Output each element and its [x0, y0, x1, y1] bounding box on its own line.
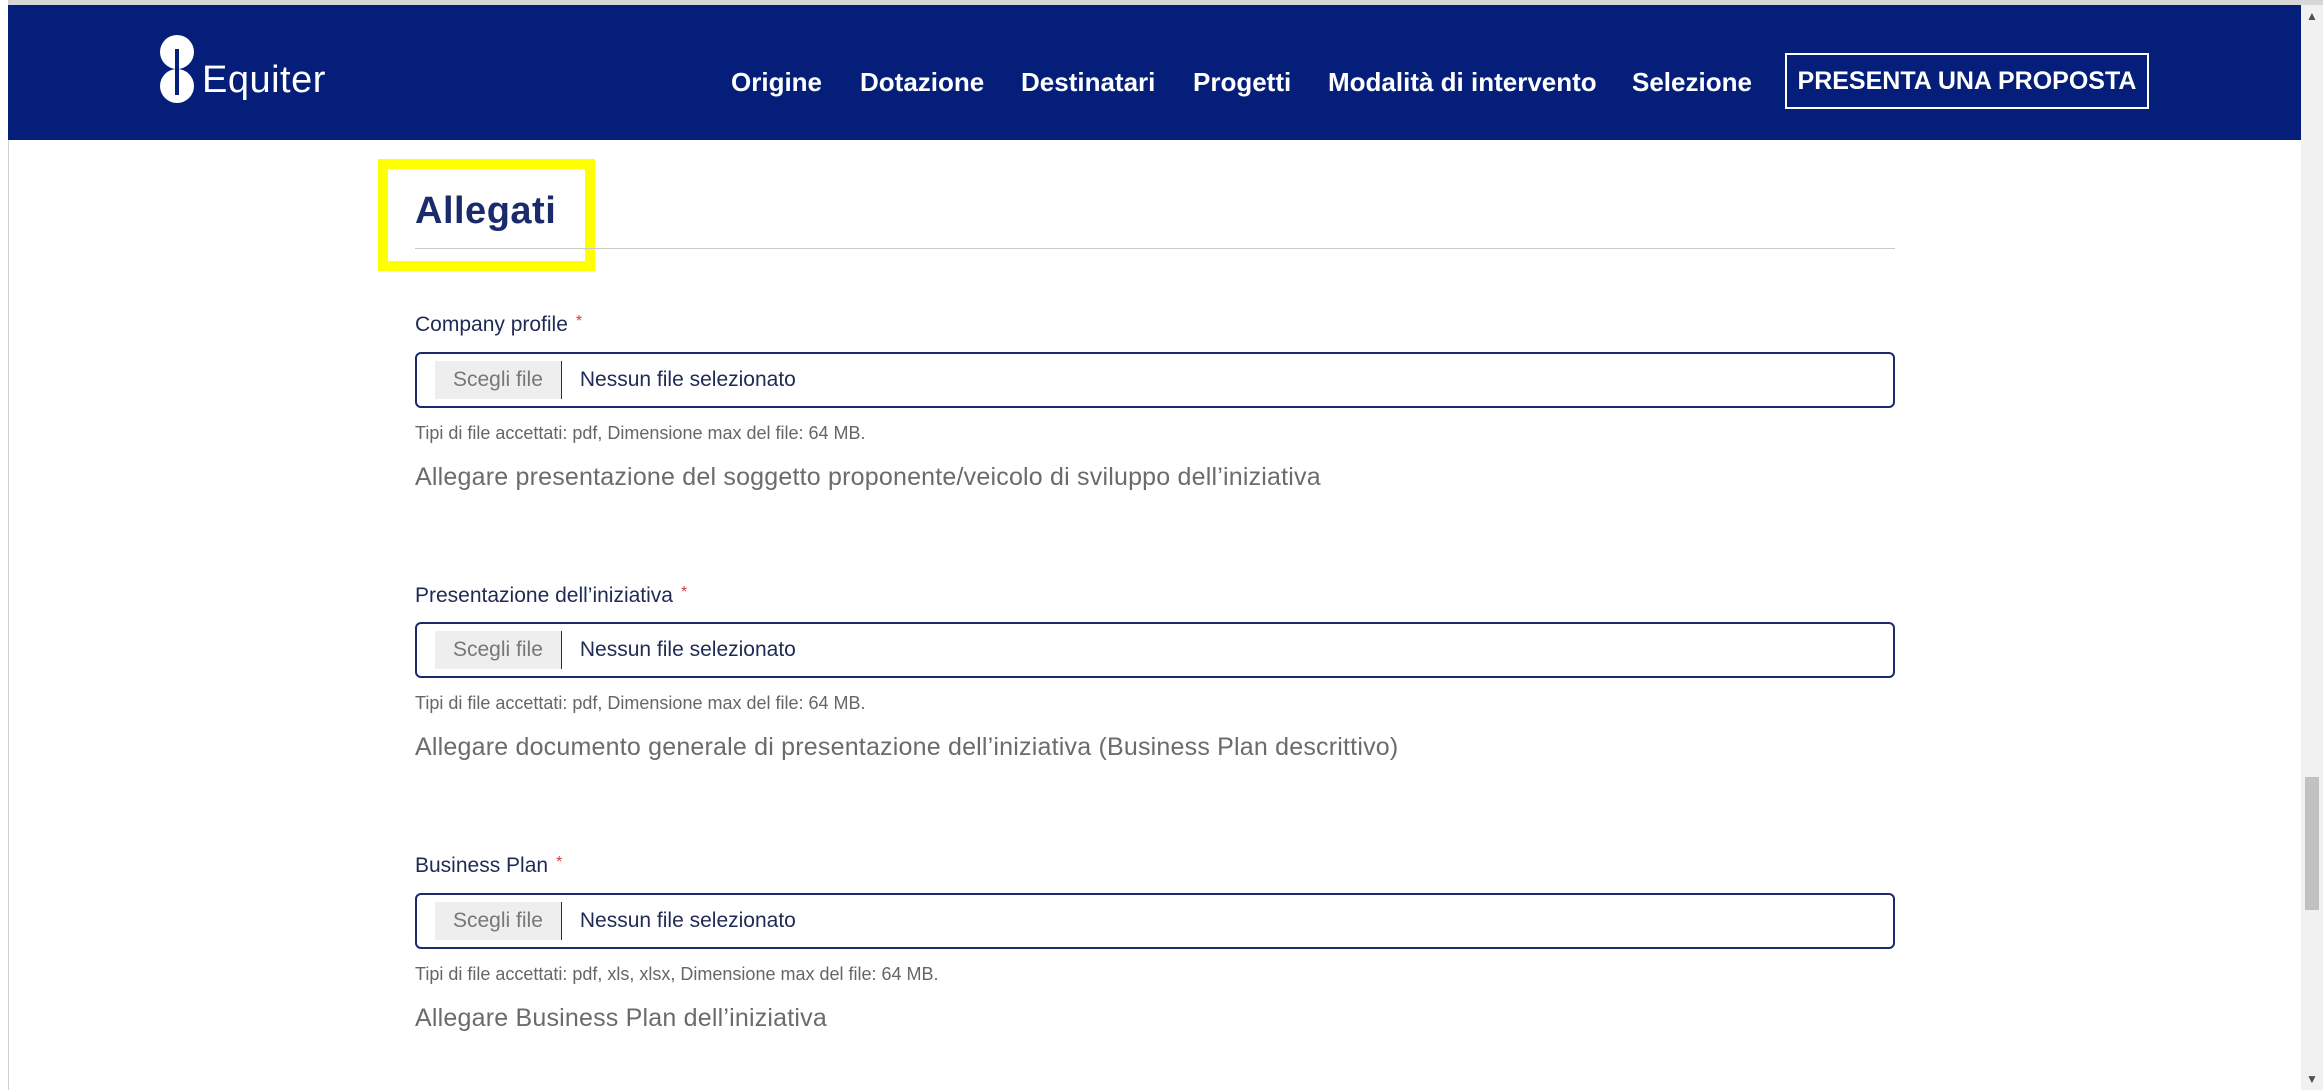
field-description: Allegare Business Plan dell’iniziativa: [415, 1004, 827, 1032]
file-hint: Tipi di file accettati: pdf, Dimensione …: [415, 693, 866, 713]
title-highlight-box: [378, 159, 595, 271]
section-divider: [415, 248, 1895, 249]
file-hint: Tipi di file accettati: pdf, xls, xlsx, …: [415, 964, 939, 984]
nav-item-modalita-di-intervento[interactable]: Modalità di intervento: [1328, 67, 1597, 98]
nav-item-origine[interactable]: Origine: [731, 67, 822, 98]
choose-file-button[interactable]: Scegli file: [435, 631, 562, 669]
presenta-proposta-button[interactable]: PRESENTA UNA PROPOSTA: [1785, 53, 2149, 109]
site-header: Equiter Origine Dotazione Destinatari Pr…: [8, 5, 2301, 140]
required-marker: *: [575, 313, 583, 330]
presentazione-iniziativa-file-input[interactable]: Scegli file Nessun file selezionato: [415, 622, 1895, 678]
window-left-edge: [0, 0, 9, 1090]
field-description: Allegare documento generale di presentaz…: [415, 733, 1399, 761]
choose-file-button[interactable]: Scegli file: [435, 902, 562, 940]
business-plan-label: Business Plan *: [415, 854, 562, 878]
field-label-text: Business Plan: [415, 854, 549, 877]
file-status-text: Nessun file selezionato: [579, 368, 796, 391]
scroll-down-arrow-icon[interactable]: ▼: [2301, 1068, 2323, 1090]
nav-item-dotazione[interactable]: Dotazione: [860, 67, 984, 98]
scroll-up-arrow-icon[interactable]: ▲: [2301, 5, 2323, 27]
nav-item-selezione[interactable]: Selezione: [1632, 67, 1752, 98]
nav-item-progetti[interactable]: Progetti: [1193, 67, 1291, 98]
field-label-text: Company profile: [415, 313, 568, 336]
nav-item-destinatari[interactable]: Destinatari: [1021, 67, 1155, 98]
field-description: Allegare presentazione del soggetto prop…: [415, 463, 1321, 491]
required-marker: *: [556, 854, 563, 871]
scrollbar-thumb[interactable]: [2305, 777, 2319, 910]
company-profile-file-input[interactable]: Scegli file Nessun file selezionato: [415, 352, 1895, 408]
required-marker: *: [680, 584, 688, 601]
company-profile-label: Company profile *: [415, 313, 582, 337]
file-hint: Tipi di file accettati: pdf, Dimensione …: [415, 423, 866, 443]
presentazione-iniziativa-label: Presentazione dell’iniziativa *: [415, 584, 687, 608]
field-label-text: Presentazione dell’iniziativa: [415, 584, 673, 607]
page-scrollbar[interactable]: ▲ ▼: [2301, 5, 2323, 1090]
file-status-text: Nessun file selezionato: [579, 909, 796, 932]
choose-file-button[interactable]: Scegli file: [435, 361, 562, 399]
business-plan-file-input[interactable]: Scegli file Nessun file selezionato: [415, 893, 1895, 949]
file-status-text: Nessun file selezionato: [579, 638, 796, 661]
